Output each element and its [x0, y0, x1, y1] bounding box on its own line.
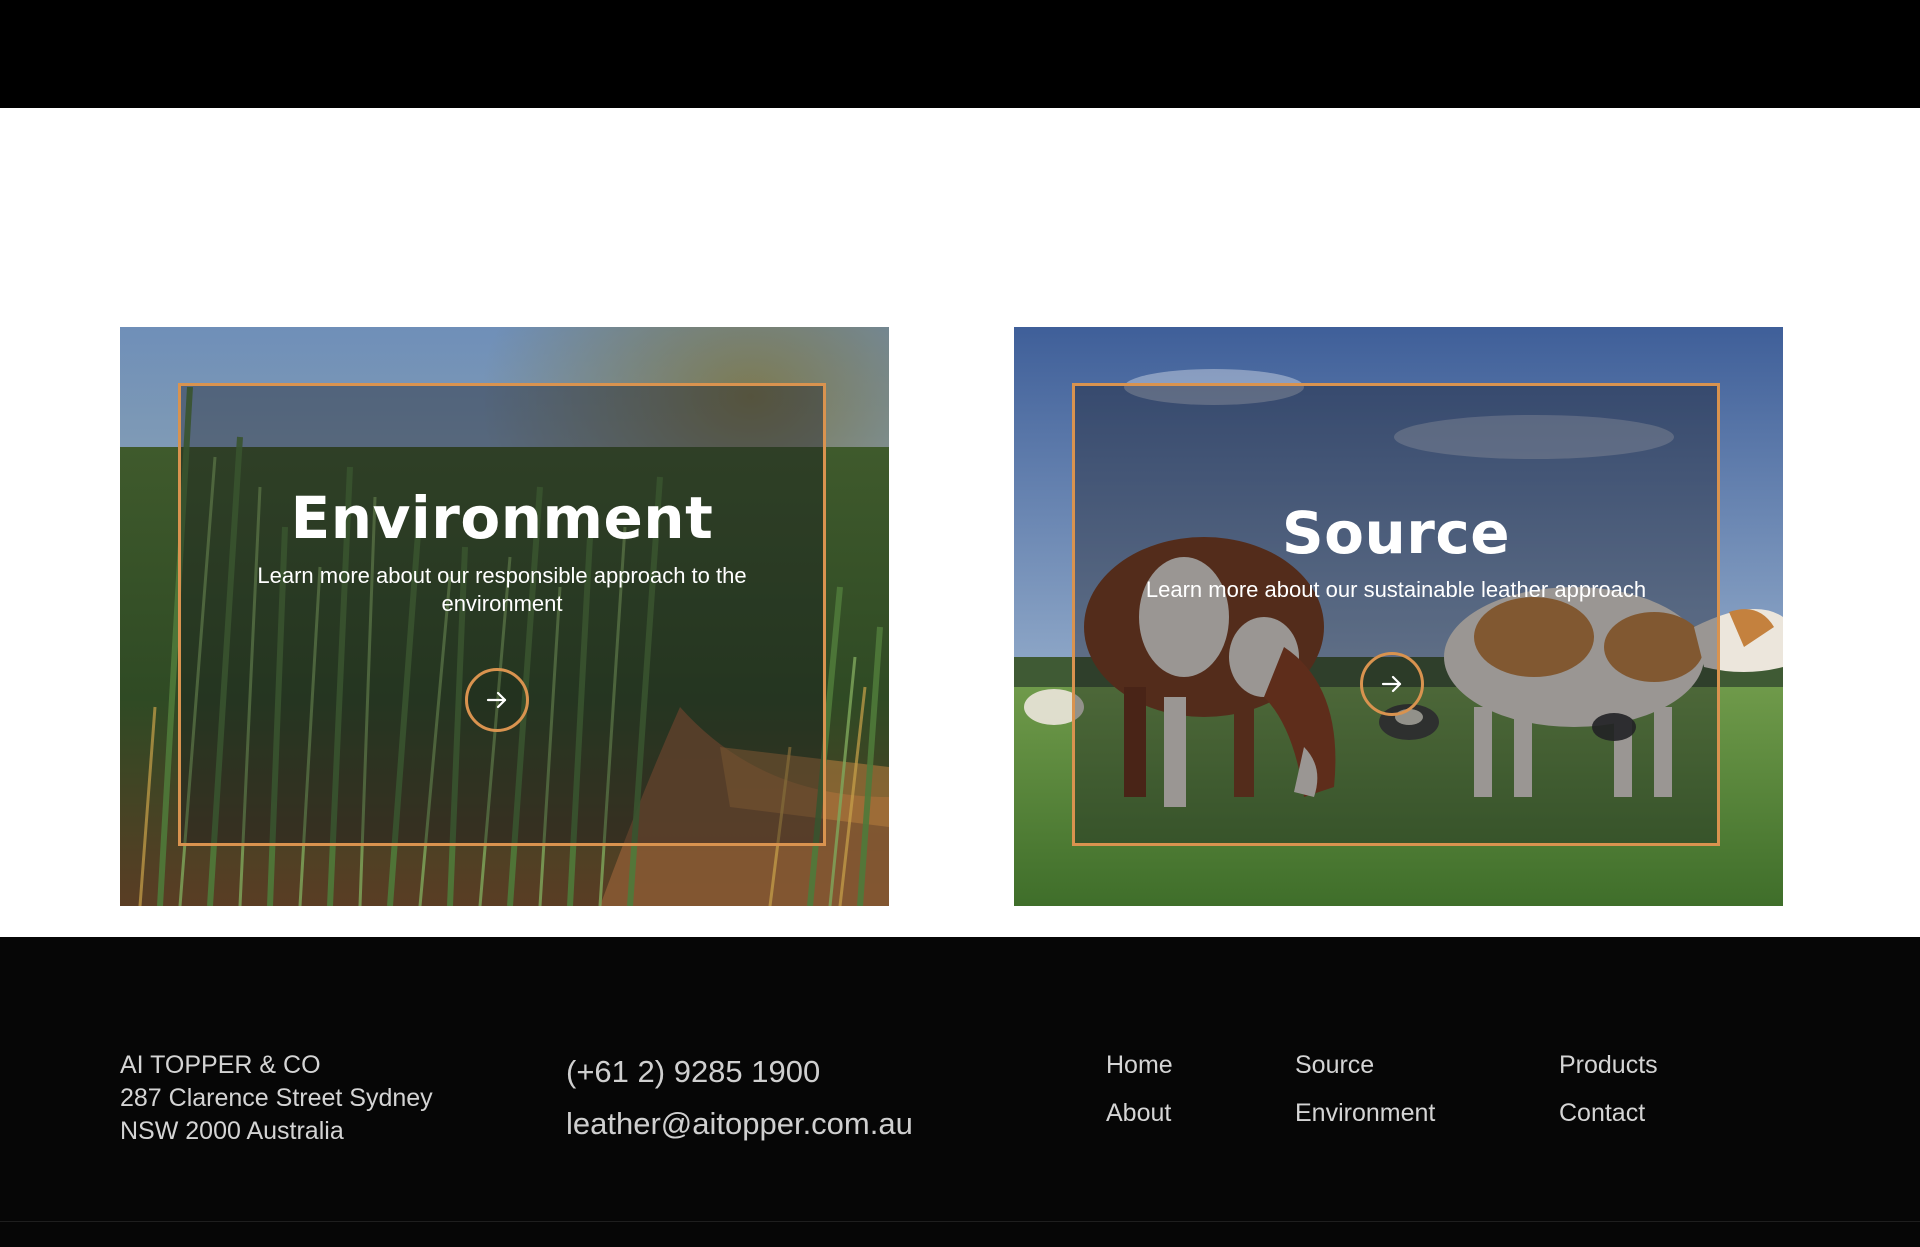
- footer-address: AI TOPPER & CO 287 Clarence Street Sydne…: [120, 1049, 433, 1148]
- source-card-frame: Source Learn more about our sustainable …: [1072, 383, 1720, 846]
- footer-nav-about[interactable]: About: [1106, 1099, 1171, 1128]
- address-line-2: NSW 2000 Australia: [120, 1117, 344, 1145]
- environment-card[interactable]: Environment Learn more about our respons…: [120, 327, 889, 906]
- email-link[interactable]: leather@aitopper.com.au: [566, 1098, 913, 1150]
- address-line-1: 287 Clarence Street Sydney: [120, 1084, 433, 1112]
- footer-nav-products[interactable]: Products: [1559, 1051, 1658, 1080]
- footer-nav-contact[interactable]: Contact: [1559, 1099, 1645, 1128]
- phone-link[interactable]: (+61 2) 9285 1900: [566, 1046, 913, 1098]
- footer-nav-environment[interactable]: Environment: [1295, 1099, 1435, 1128]
- environment-card-title: Environment: [290, 484, 714, 552]
- arrow-right-icon: [1381, 675, 1402, 693]
- environment-card-description: Learn more about our responsible approac…: [257, 563, 747, 616]
- footer-nav-home[interactable]: Home: [1106, 1051, 1173, 1080]
- environment-arrow-button[interactable]: [465, 668, 529, 732]
- source-card[interactable]: Source Learn more about our sustainable …: [1014, 327, 1783, 906]
- source-card-description: Learn more about our sustainable leather…: [1145, 577, 1647, 602]
- arrow-right-icon: [486, 691, 507, 709]
- footer-divider: [0, 1221, 1920, 1222]
- source-arrow-button[interactable]: [1360, 652, 1424, 716]
- footer-nav-source[interactable]: Source: [1295, 1051, 1374, 1080]
- source-card-title: Source: [1281, 499, 1511, 567]
- environment-card-frame: Environment Learn more about our respons…: [178, 383, 826, 846]
- top-bar: [0, 0, 1920, 108]
- main-content: Environment Learn more about our respons…: [0, 108, 1920, 937]
- footer-contact: (+61 2) 9285 1900 leather@aitopper.com.a…: [566, 1046, 913, 1150]
- site-footer: AI TOPPER & CO 287 Clarence Street Sydne…: [0, 937, 1920, 1247]
- company-name: AI TOPPER & CO: [120, 1051, 321, 1079]
